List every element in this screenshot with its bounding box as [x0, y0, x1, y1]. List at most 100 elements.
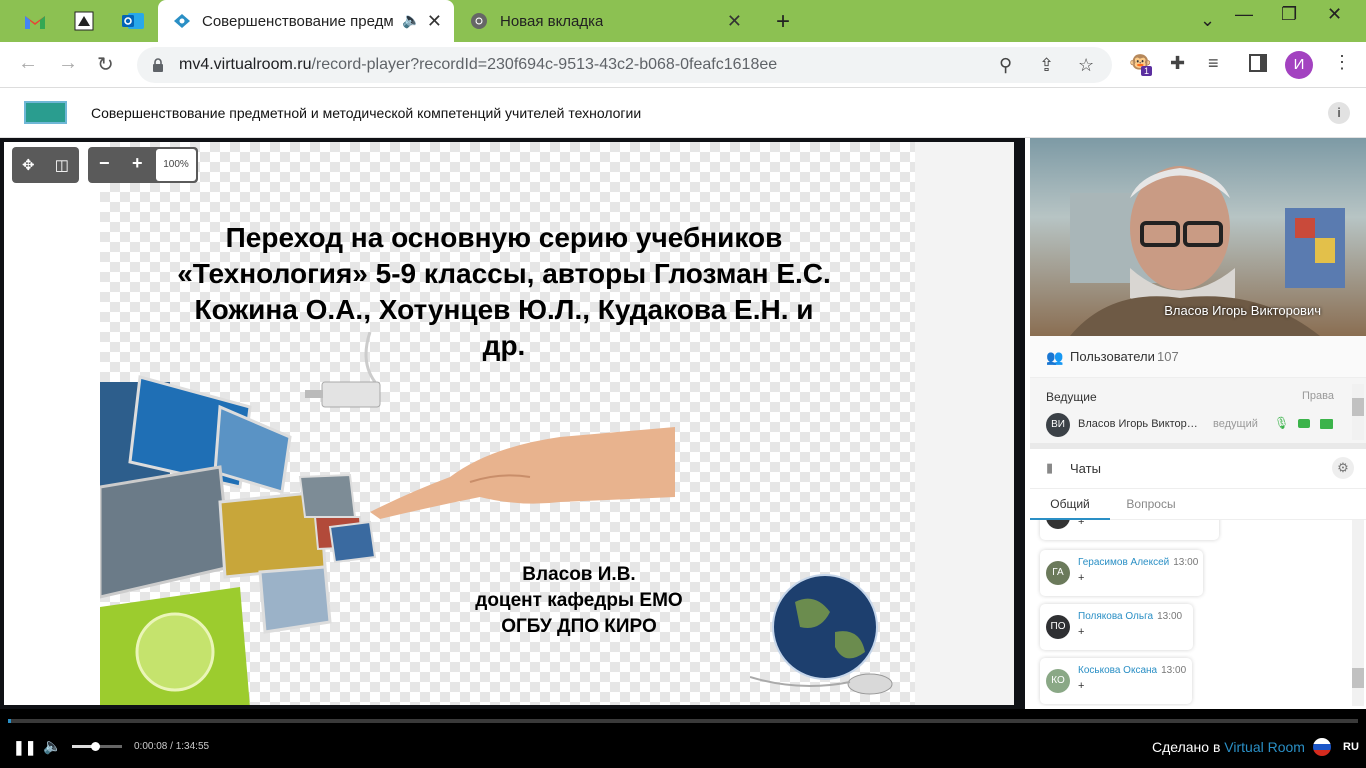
extensions-puzzle-icon[interactable]: ✚	[1170, 53, 1185, 74]
powered-by: Сделано в Virtual Room	[1152, 739, 1305, 755]
outlook-pinned-tab[interactable]	[117, 6, 149, 36]
virtualroom-favicon-icon	[174, 14, 190, 28]
tab-search-icon[interactable]: ⌄	[1200, 10, 1215, 31]
camera-icon[interactable]	[1298, 419, 1310, 428]
message-text: +	[1078, 680, 1085, 692]
slide-author-block: Власов И.В. доцент кафедры ЕМО ОГБУ ДПО …	[419, 562, 739, 640]
language-code[interactable]: RU	[1343, 741, 1359, 753]
volume-icon[interactable]: 🔈	[43, 737, 62, 755]
slide-author-line: Власов И.В.	[522, 564, 636, 585]
media-control-icon[interactable]: ≡	[1208, 53, 1219, 74]
playback-bar: ❚❚ 🔈 0:00:08 / 1:34:55 Сделано в Virtual…	[0, 709, 1366, 768]
avatar: КО	[1046, 669, 1070, 693]
view-mode-controls: ✥ ◫	[12, 147, 79, 183]
new-tab-button[interactable]: +	[770, 8, 796, 36]
move-arrows-icon[interactable]: ✥	[22, 156, 35, 174]
rights-label: Права	[1302, 390, 1334, 402]
message-text: +	[1078, 572, 1085, 584]
scroll-thumb[interactable]	[1352, 668, 1364, 688]
bookmark-star-icon[interactable]: ☆	[1078, 55, 1094, 76]
chats-header: ▮ Чаты ⚙	[1030, 449, 1366, 489]
app-header: Совершенствование предметной и методичес…	[0, 88, 1366, 138]
slide-viewport: Переход на основную серию учебников «Тех…	[4, 142, 1014, 705]
zoom-lens-icon[interactable]: ⚲	[999, 55, 1012, 76]
tab-title: Совершенствование предм	[202, 12, 394, 30]
presenter-name: Власов Игорь Виктор…	[1078, 418, 1198, 430]
pinned-tab-2[interactable]	[68, 6, 100, 36]
presenters-section: Ведущие Права ВИ Власов Игорь Виктор… ве…	[1030, 378, 1366, 443]
zoom-in-button[interactable]: +	[132, 153, 143, 174]
speaker-video[interactable]: Власов Игорь Викторович	[1030, 138, 1366, 336]
tab-virtualroom[interactable]: Совершенствование предм 🔈 ✕	[158, 0, 454, 42]
extension-badge: 1	[1141, 66, 1153, 76]
pause-icon[interactable]: ❚❚	[13, 739, 36, 756]
presenter-role: ведущий	[1213, 418, 1258, 430]
presenter-row[interactable]: ВИ Власов Игорь Виктор… ведущий 🎙	[1030, 411, 1350, 439]
presenters-scrollbar[interactable]	[1352, 384, 1364, 440]
tab-new-tab[interactable]: Новая вкладка ✕	[456, 0, 754, 42]
slide-author-line: доцент кафедры ЕМО	[475, 590, 683, 611]
users-icon: 👥	[1046, 349, 1064, 365]
profile-avatar[interactable]: И	[1285, 51, 1313, 79]
users-header[interactable]: 👥 Пользователи 107	[1030, 336, 1366, 378]
share-icon[interactable]: ⇪	[1039, 55, 1054, 76]
robot-favicon-icon	[74, 11, 94, 31]
minimize-icon[interactable]: —	[1235, 4, 1253, 25]
restore-icon[interactable]: ❐	[1281, 4, 1297, 25]
message-time: 13:00	[1157, 611, 1183, 622]
progress-fill	[8, 719, 11, 723]
forward-icon[interactable]: →	[58, 52, 78, 75]
back-icon[interactable]: ←	[18, 52, 38, 75]
side-panel-icon[interactable]	[1249, 54, 1267, 72]
presenters-label: Ведущие	[1046, 390, 1097, 404]
close-tab-icon[interactable]: ✕	[427, 11, 442, 32]
reload-icon[interactable]: ↻	[97, 52, 114, 77]
chat-message: КО Коськова Оксана 13:00 +	[1040, 658, 1192, 704]
microphone-icon[interactable]: 🎙	[1274, 416, 1289, 430]
gmail-pinned-tab[interactable]	[19, 6, 51, 36]
slide-title-line: Кожина О.А., Хотунцев Ю.Л., Кудакова Е.Н…	[194, 294, 814, 325]
chat-message: ПО Полякова Ольга 13:00 +	[1040, 604, 1193, 650]
side-panel: Власов Игорь Викторович 👥 Пользователи 1…	[1020, 138, 1366, 709]
message-text: +	[1078, 520, 1085, 528]
speaker-name: Власов Игорь Викторович	[1164, 303, 1321, 318]
slide-title: Переход на основную серию учебников «Тех…	[144, 220, 864, 364]
slide-author-line: ОГБУ ДПО КИРО	[501, 616, 657, 637]
slide-right-margin	[915, 142, 1014, 705]
volume-knob[interactable]	[90, 742, 100, 751]
url-text[interactable]: mv4.virtualroom.ru/record-player?recordI…	[179, 56, 777, 74]
slide-title-line: «Технология» 5-9 классы, авторы Глозман …	[177, 258, 831, 289]
virtualroom-link[interactable]: Virtual Room	[1224, 739, 1305, 755]
chat-message-list[interactable]: + ГА Герасимов Алексей 13:00 + ПО Поляков…	[1030, 520, 1361, 706]
chrome-icon	[471, 13, 487, 29]
zoom-level[interactable]: 100%	[156, 149, 196, 181]
close-window-icon[interactable]: ✕	[1327, 4, 1342, 25]
chat-settings-gear-icon[interactable]: ⚙	[1332, 457, 1354, 479]
screen-share-icon[interactable]	[1320, 419, 1333, 429]
close-tab-icon[interactable]: ✕	[727, 11, 742, 32]
browser-toolbar: ← → ↻ mv4.virtualroom.ru/record-player?r…	[0, 42, 1366, 88]
avatar: ГА	[1046, 561, 1070, 585]
avatar: ВИ	[1046, 413, 1070, 437]
gmail-icon	[25, 15, 45, 29]
progress-bar[interactable]	[8, 719, 1358, 723]
russia-flag-icon[interactable]	[1313, 738, 1331, 756]
zoom-controls: − + 100%	[88, 147, 198, 183]
info-icon[interactable]: i	[1328, 102, 1350, 124]
zoom-out-button[interactable]: −	[99, 153, 110, 174]
speaker-icon[interactable]: 🔈	[402, 11, 421, 29]
fit-width-icon[interactable]: ◫	[55, 156, 69, 174]
playback-time: 0:00:08 / 1:34:55	[134, 741, 210, 752]
message-author: Герасимов Алексей 13:00	[1078, 557, 1199, 568]
tab-title: Новая вкладка	[500, 12, 604, 30]
volume-slider[interactable]	[72, 742, 122, 751]
chats-label: Чаты	[1070, 461, 1101, 476]
address-bar[interactable]: mv4.virtualroom.ru/record-player?recordI…	[137, 47, 1112, 83]
tab-general[interactable]: Общий	[1030, 489, 1110, 520]
browser-menu-icon[interactable]: ⋮	[1333, 52, 1351, 73]
tab-questions[interactable]: Вопросы	[1110, 489, 1192, 520]
chat-scrollbar[interactable]	[1352, 520, 1364, 706]
lock-icon[interactable]	[152, 58, 164, 72]
message-time: 13:00	[1161, 665, 1187, 676]
scroll-thumb[interactable]	[1352, 398, 1364, 416]
